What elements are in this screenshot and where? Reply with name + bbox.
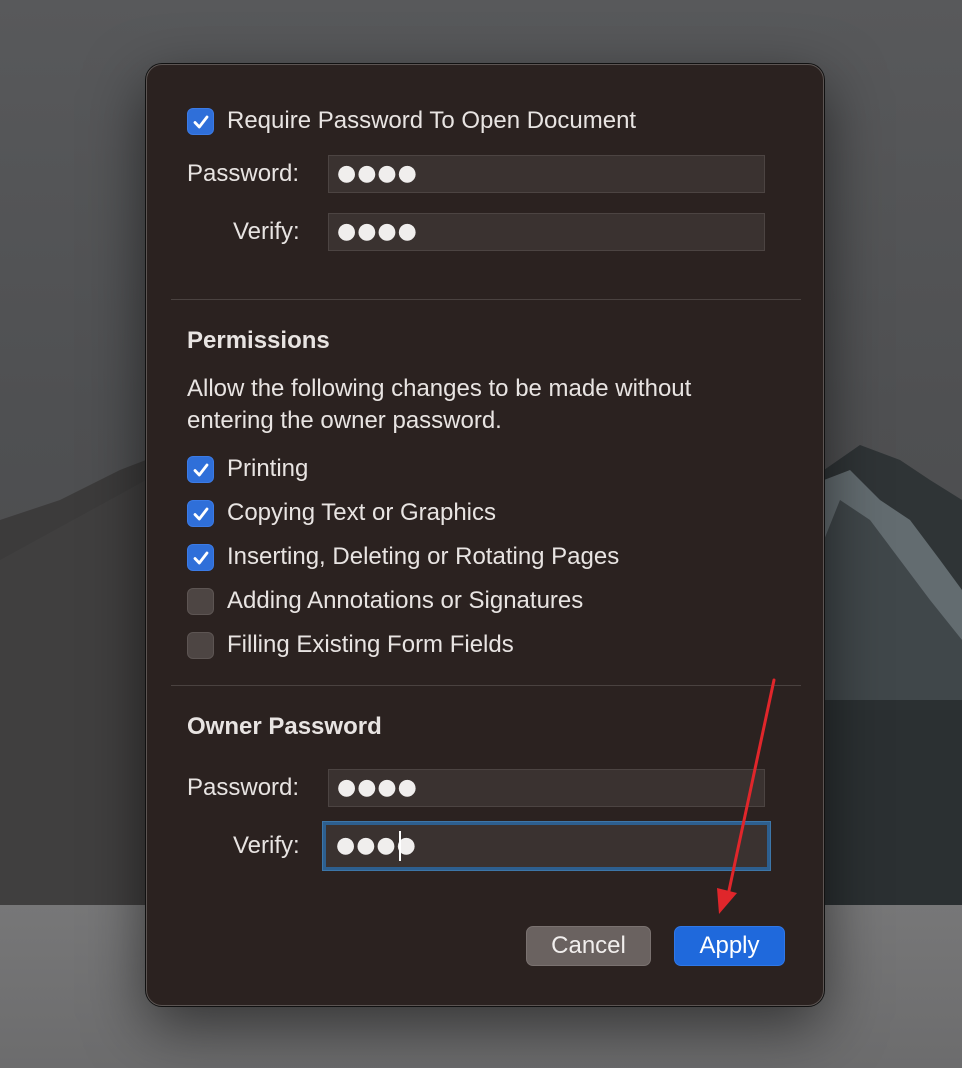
owner-verify-field[interactable]: ●●●● bbox=[323, 822, 770, 870]
require-password-checkbox[interactable] bbox=[187, 108, 214, 135]
owner-password-label: Password: bbox=[187, 774, 300, 801]
owner-password-value: ●●●● bbox=[337, 775, 418, 800]
owner-verify-value: ●●●● bbox=[336, 833, 417, 858]
permission-forms-label[interactable]: Filling Existing Form Fields bbox=[227, 631, 514, 659]
open-verify-value: ●●●● bbox=[337, 219, 418, 244]
permission-pages-checkbox[interactable] bbox=[187, 544, 214, 571]
owner-password-heading: Owner Password bbox=[187, 713, 382, 740]
section-divider bbox=[171, 299, 801, 300]
open-verify-label: Verify: bbox=[233, 218, 300, 245]
permissions-description-line1: Allow the following changes to be made w… bbox=[187, 375, 692, 402]
apply-button[interactable]: Apply bbox=[674, 926, 785, 966]
checkmark-icon bbox=[193, 463, 209, 477]
permissions-heading: Permissions bbox=[187, 327, 330, 354]
permission-copying-checkbox[interactable] bbox=[187, 500, 214, 527]
text-caret bbox=[399, 831, 401, 861]
require-password-label[interactable]: Require Password To Open Document bbox=[227, 107, 636, 135]
permission-forms-checkbox[interactable] bbox=[187, 632, 214, 659]
permission-printing-label[interactable]: Printing bbox=[227, 455, 308, 483]
permission-annotations-label[interactable]: Adding Annotations or Signatures bbox=[227, 587, 583, 615]
owner-verify-label: Verify: bbox=[233, 832, 300, 859]
password-settings-dialog: Require Password To Open Document Passwo… bbox=[146, 64, 824, 1006]
open-password-label: Password: bbox=[187, 160, 300, 187]
cancel-button[interactable]: Cancel bbox=[526, 926, 651, 966]
checkmark-icon bbox=[193, 507, 209, 521]
open-password-value: ●●●● bbox=[337, 161, 418, 186]
checkmark-icon bbox=[193, 551, 209, 565]
permission-pages-label[interactable]: Inserting, Deleting or Rotating Pages bbox=[227, 543, 619, 571]
permission-copying-label[interactable]: Copying Text or Graphics bbox=[227, 499, 496, 527]
section-divider bbox=[171, 685, 801, 686]
open-verify-field[interactable]: ●●●● bbox=[328, 213, 765, 251]
permission-annotations-checkbox[interactable] bbox=[187, 588, 214, 615]
permission-printing-checkbox[interactable] bbox=[187, 456, 214, 483]
owner-password-field[interactable]: ●●●● bbox=[328, 769, 765, 807]
permissions-description-line2: entering the owner password. bbox=[187, 407, 502, 434]
checkmark-icon bbox=[193, 115, 209, 129]
open-password-field[interactable]: ●●●● bbox=[328, 155, 765, 193]
